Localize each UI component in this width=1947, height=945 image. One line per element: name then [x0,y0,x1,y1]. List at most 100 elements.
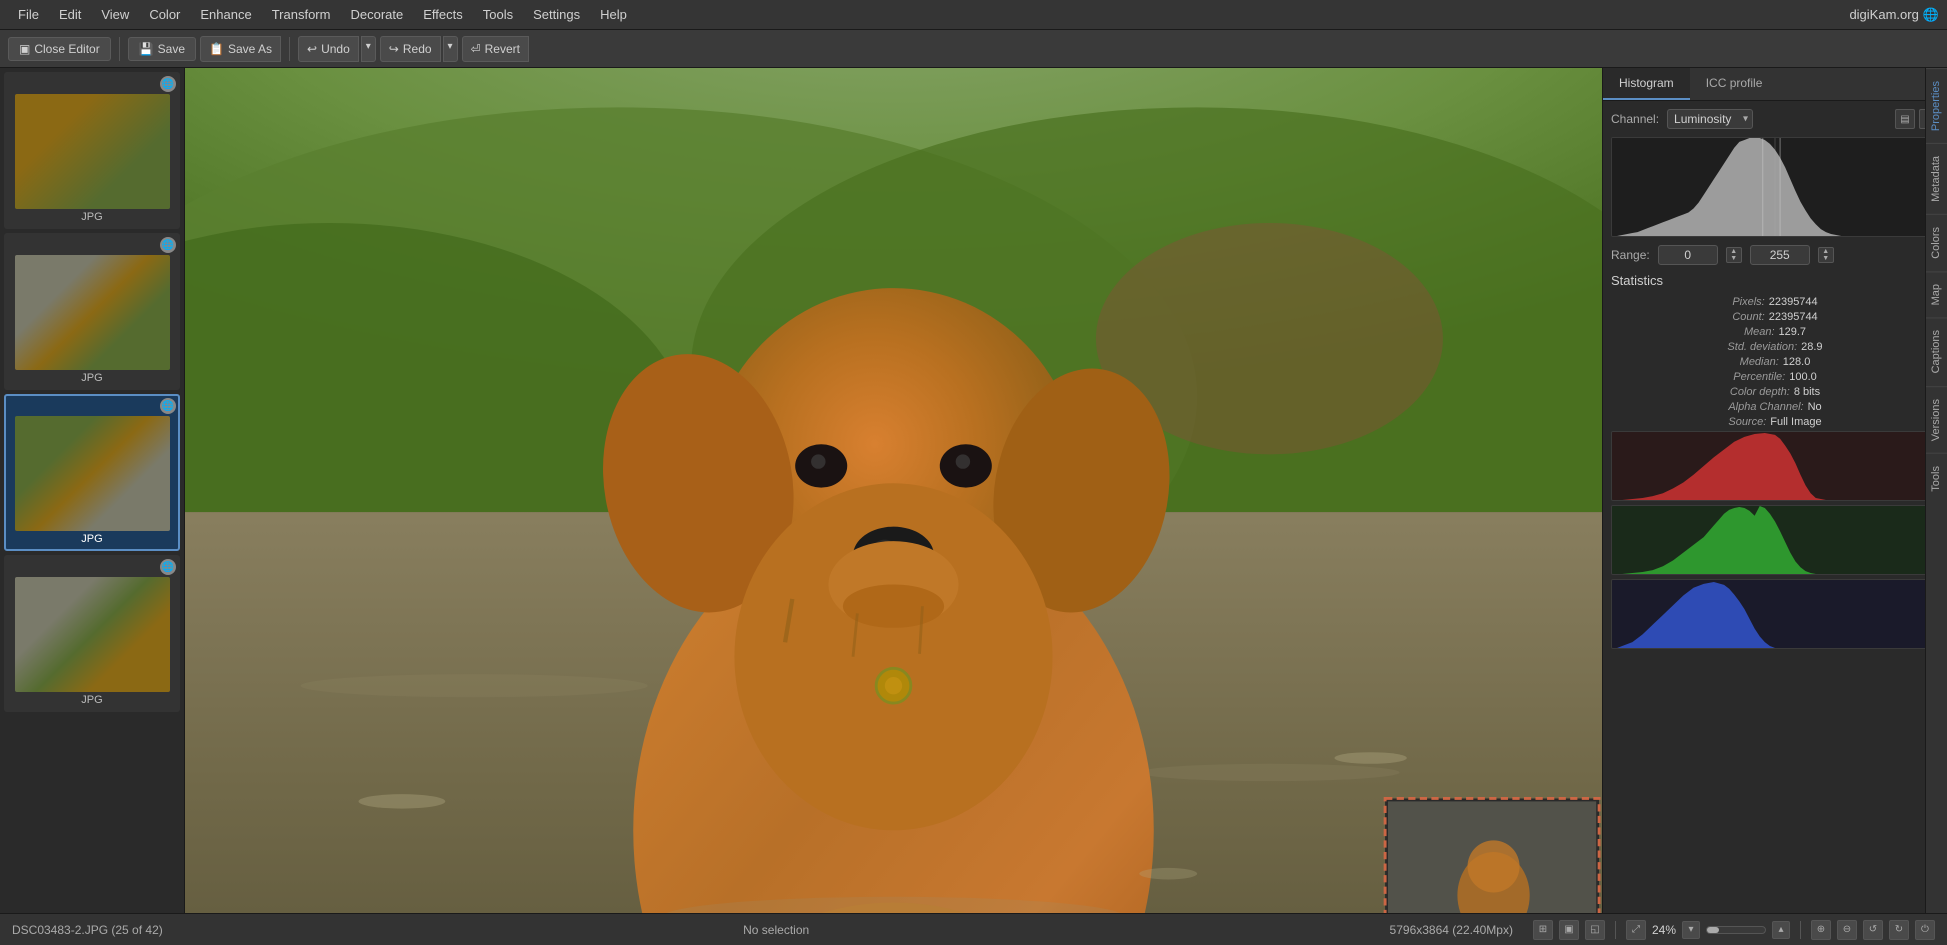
status-icon-btn-2[interactable]: ▣ [1559,920,1579,940]
redo-group: ↪ Redo ▾ [380,36,458,62]
status-selection-section: No selection [183,923,1370,937]
vert-tab-metadata[interactable]: Metadata [1926,143,1947,214]
stat-value-median: 128.0 [1783,356,1811,368]
range-min-spin[interactable]: ▲ ▼ [1726,247,1742,263]
undo-button[interactable]: ↩ Undo [298,36,359,62]
redo-button[interactable]: ↪ Redo [380,36,441,62]
undo-dropdown-button[interactable]: ▾ [361,36,376,62]
menu-tools[interactable]: Tools [473,3,523,26]
range-max-input[interactable] [1750,245,1810,265]
stat-label-alpha: Alpha Channel: [1728,401,1803,413]
vert-tab-colors[interactable]: Colors [1926,214,1947,271]
menu-color[interactable]: Color [139,3,190,26]
menu-enhance[interactable]: Enhance [190,3,261,26]
status-icon-btn-3[interactable]: ◱ [1585,920,1605,940]
filmstrip-item-3[interactable]: 🌐 JPG [4,394,180,551]
range-label: Range: [1611,248,1650,262]
zoom-decrease-button[interactable]: ▾ [1682,921,1700,939]
right-panel: Histogram ICC profile Channel: Luminosit… [1602,68,1947,913]
close-editor-button[interactable]: ▣ Close Editor [8,37,111,61]
range-min-up[interactable]: ▲ [1727,248,1741,255]
vert-tab-captions[interactable]: Captions [1926,317,1947,385]
film-label-3: JPG [6,531,178,549]
filmstrip-item-1[interactable]: 🌐 JPG [4,72,180,229]
film-label-2: JPG [6,370,178,388]
status-sep-2 [1800,921,1801,939]
stat-value-alpha: No [1808,401,1822,413]
vert-tab-map[interactable]: Map [1926,271,1947,317]
filmstrip-item-2[interactable]: 🌐 JPG [4,233,180,390]
image-area[interactable] [185,68,1602,913]
range-row: Range: ▲ ▼ ▲ ▼ [1611,245,1939,265]
range-min-down[interactable]: ▼ [1727,255,1741,262]
zoom-fit-button[interactable]: ⤢ [1626,920,1646,940]
status-selection: No selection [743,923,809,937]
menu-transform[interactable]: Transform [262,3,341,26]
zoom-level: 24% [1652,923,1676,937]
range-max-spin[interactable]: ▲ ▼ [1818,247,1834,263]
channel-select[interactable]: Luminosity Red Green Blue [1667,109,1753,129]
menubar: File Edit View Color Enhance Transform D… [0,0,1947,30]
menu-edit[interactable]: Edit [49,3,91,26]
save-icon: 💾 [139,42,154,56]
status-filename-section: DSC03483-2.JPG (25 of 42) [12,923,163,937]
histogram-section: Channel: Luminosity Red Green Blue ▤ ◧ [1603,101,1947,913]
film-globe-4: 🌐 [160,559,176,575]
status-action-btn-1[interactable]: ⊕ [1811,920,1831,940]
status-action-btn-3[interactable]: ↺ [1863,920,1883,940]
stat-label-pixels: Pixels: [1732,296,1764,308]
vert-tab-properties[interactable]: Properties [1926,68,1947,143]
green-histogram [1611,505,1939,575]
menu-effects[interactable]: Effects [413,3,473,26]
zoom-slider[interactable] [1706,926,1766,934]
stat-row-count: Count: 22395744 [1611,311,1939,323]
luminosity-histogram [1611,137,1939,237]
filmstrip[interactable]: 🌐 JPG 🌐 JPG 🌐 JPG 🌐 JPG [0,68,185,913]
status-action-btn-4[interactable]: ↻ [1889,920,1909,940]
menu-decorate[interactable]: Decorate [340,3,413,26]
globe-icon: 🌐 [1923,7,1939,23]
menu-file[interactable]: File [8,3,49,26]
red-histogram [1611,431,1939,501]
range-max-up[interactable]: ▲ [1819,248,1833,255]
film-item-4-header: 🌐 [6,557,178,577]
status-right-section: ⊞ ▣ ◱ ⤢ 24% ▾ ▴ ⊕ ⊖ ↺ ↻ ⏻ [1533,920,1935,940]
range-min-input[interactable] [1658,245,1718,265]
vertical-tabs: Properties Metadata Colors Map Captions … [1925,68,1947,913]
stat-label-colordepth: Color depth: [1730,386,1790,398]
status-dimensions: 5796x3864 (22.40Mpx) [1390,923,1513,937]
status-icon-btn-1[interactable]: ⊞ [1533,920,1553,940]
undo-group: ↩ Undo ▾ [298,36,376,62]
filmstrip-item-4[interactable]: 🌐 JPG [4,555,180,712]
stat-label-source: Source: [1728,416,1766,428]
save-button[interactable]: 💾 Save [128,37,196,61]
tab-histogram[interactable]: Histogram [1603,68,1690,100]
range-max-down[interactable]: ▼ [1819,255,1833,262]
close-editor-label: Close Editor [34,42,99,56]
revert-label: Revert [485,42,520,56]
app-title: digiKam.org [1849,7,1918,22]
status-dimensions-section: 5796x3864 (22.40Mpx) [1390,923,1513,937]
save-as-button[interactable]: 📋 Save As [200,36,281,62]
menu-view[interactable]: View [91,3,139,26]
status-action-btn-2[interactable]: ⊖ [1837,920,1857,940]
revert-icon: ⏎ [471,42,481,56]
redo-dropdown-button[interactable]: ▾ [443,36,458,62]
vert-tab-versions[interactable]: Versions [1926,386,1947,453]
menu-settings[interactable]: Settings [523,3,590,26]
main-area: 🌐 JPG 🌐 JPG 🌐 JPG 🌐 JPG [0,68,1947,913]
toolbar-separator-1 [119,37,120,61]
vert-tab-tools[interactable]: Tools [1926,453,1947,504]
revert-button[interactable]: ⏎ Revert [462,36,529,62]
zoom-increase-button[interactable]: ▴ [1772,921,1790,939]
stat-value-source: Full Image [1770,416,1821,428]
stat-value-count: 22395744 [1769,311,1818,323]
stat-label-percentile: Percentile: [1733,371,1785,383]
stat-value-colordepth: 8 bits [1794,386,1820,398]
menu-help[interactable]: Help [590,3,637,26]
status-action-btn-5[interactable]: ⏻ [1915,920,1935,940]
histogram-action-btn-1[interactable]: ▤ [1895,109,1915,129]
tab-icc-profile[interactable]: ICC profile [1690,68,1779,100]
statistics-table: Pixels: 22395744 Count: 22395744 Mean: 1… [1611,296,1939,428]
statusbar: DSC03483-2.JPG (25 of 42) No selection 5… [0,913,1947,945]
